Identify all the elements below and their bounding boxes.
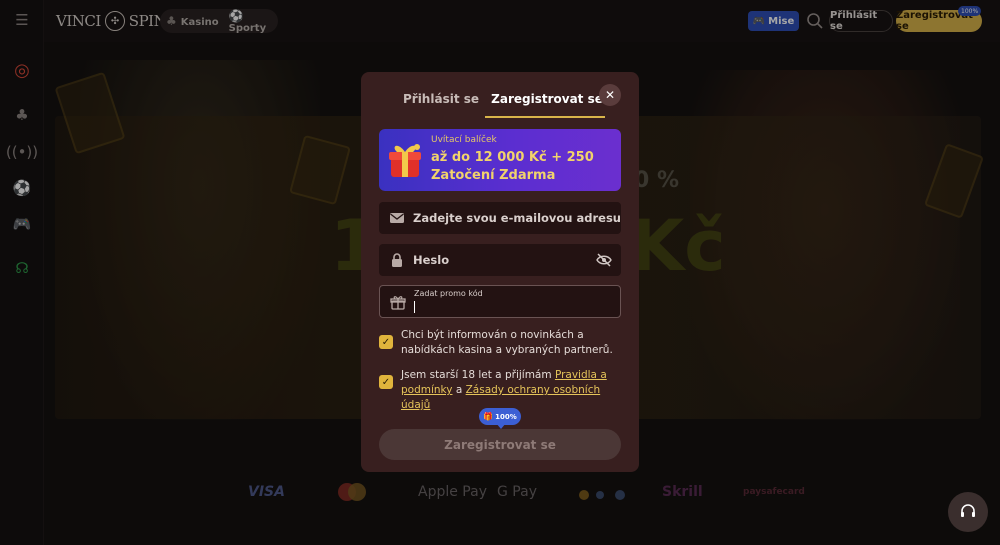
terms-checkbox[interactable]: ✓ xyxy=(379,375,393,389)
tab-register[interactable]: Zaregistrovat se xyxy=(489,88,605,110)
submit-register-button[interactable]: Zaregistrovat se xyxy=(379,429,621,460)
password-field[interactable]: Heslo xyxy=(379,244,621,276)
email-field[interactable]: Zadejte svou e-mailovou adresu xyxy=(379,202,621,234)
terms-consent-text: Jsem starší 18 let a přijímám Pravidla a… xyxy=(401,368,623,413)
registration-modal: Přihlásit se Zaregistrovat se ✕ Uvítací … xyxy=(361,72,639,472)
progress-badge: 🎁 100% xyxy=(479,408,521,429)
newsletter-checkbox[interactable]: ✓ xyxy=(379,335,393,349)
headset-icon xyxy=(961,504,975,517)
page-root: 1 Kč 0 % VISA Apple Pay G Pay Skrill pay… xyxy=(0,0,1000,545)
progress-badge-value: 100% xyxy=(495,412,517,421)
gift-icon xyxy=(390,296,406,310)
terms-prefix: Jsem starší 18 let a přijímám xyxy=(401,369,552,381)
eye-slash-icon[interactable] xyxy=(595,251,613,269)
gift-box-icon xyxy=(385,139,425,181)
lock-icon xyxy=(392,253,402,267)
newsletter-consent-text: Chci být informován o novinkách a nabídk… xyxy=(401,329,613,356)
text-caret xyxy=(414,301,415,313)
promo-code-field[interactable]: Zadat promo kód xyxy=(379,285,621,318)
password-placeholder: Heslo xyxy=(413,253,450,267)
close-icon[interactable]: ✕ xyxy=(599,84,621,106)
tab-login[interactable]: Přihlásit se xyxy=(401,88,481,110)
promo-text: až do 12 000 Kč + 250 Zatočení Zdarma xyxy=(431,150,594,183)
checkmark-icon: ✓ xyxy=(381,376,391,388)
terms-and: a xyxy=(455,384,463,396)
email-placeholder: Zadejte svou e-mailovou adresu xyxy=(413,211,621,225)
active-tab-indicator xyxy=(485,116,605,118)
checkmark-icon: ✓ xyxy=(381,336,391,348)
envelope-icon xyxy=(390,213,404,223)
welcome-bonus-banner: Uvítací balíček až do 12 000 Kč + 250 Za… xyxy=(379,129,621,191)
support-chat-button[interactable] xyxy=(948,492,988,532)
gift-icon: 🎁 xyxy=(483,412,494,421)
promo-code-label: Zadat promo kód xyxy=(414,289,483,298)
promo-title: Uvítací balíček xyxy=(431,135,497,145)
